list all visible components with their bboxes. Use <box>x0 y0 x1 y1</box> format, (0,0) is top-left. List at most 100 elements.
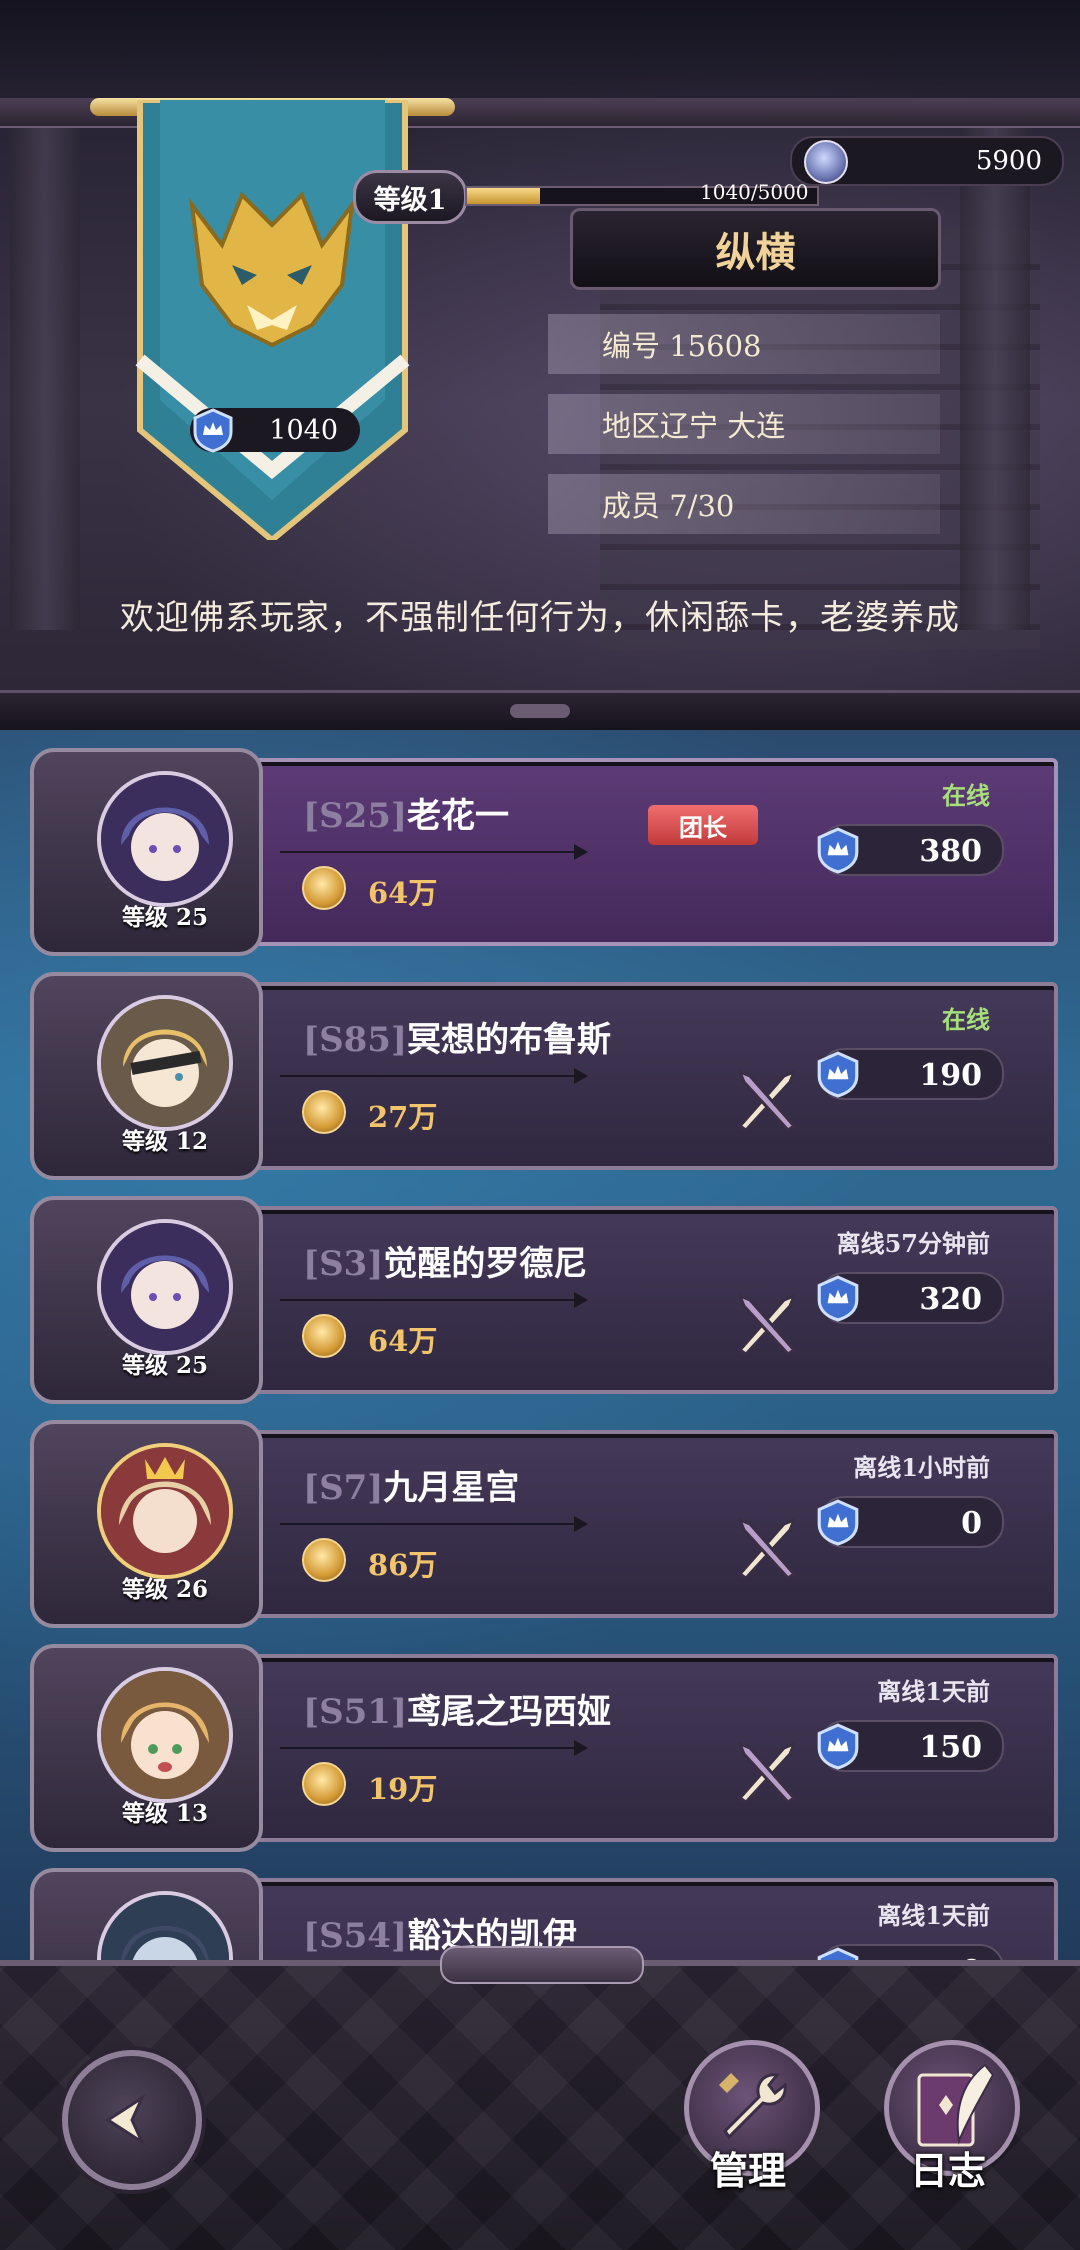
member-contribution-value: 0 <box>961 1506 982 1541</box>
member-name: [S85]冥想的布鲁斯 <box>303 1012 611 1061</box>
member-power: 64万 <box>368 876 438 910</box>
crossed-swords-icon[interactable] <box>730 1510 804 1584</box>
power-medal-icon <box>302 1762 346 1806</box>
guild-currency-value: 5900 <box>975 146 1042 176</box>
member-level: 等级 12 <box>121 1128 208 1155</box>
guild-header: 1040 等级1 1040/5000 5900 纵横 编号 15608 地区辽宁… <box>0 0 1080 730</box>
guild-emblem-score: 1040 <box>190 408 360 453</box>
member-power: 19万 <box>368 1772 438 1806</box>
member-contribution-value: 190 <box>919 1058 982 1093</box>
member-status: 离线1天前 <box>877 1677 990 1706</box>
member-name-text: 觉醒的罗德尼 <box>383 1244 588 1284</box>
member-contribution: 190 <box>817 1048 1004 1100</box>
member-level: 等级 26 <box>121 1576 208 1603</box>
member-contribution: 0 <box>817 1944 1004 1960</box>
header-ornament <box>510 704 570 718</box>
member-contribution: 0 <box>817 1496 1004 1548</box>
member-status: 离线1小时前 <box>853 1453 990 1482</box>
back-button[interactable] <box>62 2050 202 2190</box>
member-server: [S3] <box>303 1244 384 1284</box>
member-name-text: 老花一 <box>407 796 510 836</box>
member-card[interactable]: 等级 13 [S51]鸢尾之玛西娅 19万 离线1天前 150 <box>30 1644 1058 1852</box>
member-card[interactable]: 等级 12 [S85]冥想的布鲁斯 27万 在线 190 <box>30 972 1058 1180</box>
leader-badge: 团长 <box>648 805 758 845</box>
guild-xp-text: 1040/5000 <box>700 180 809 204</box>
member-status: 离线57分钟前 <box>836 1229 990 1258</box>
manage-button-label: 管理 <box>709 2148 786 2193</box>
crown-shield-icon <box>817 827 859 874</box>
member-card[interactable]: 等级 25 [S25]老花一 64万 团长 在线 380 <box>30 748 1058 956</box>
member-status: 在线 <box>942 781 990 810</box>
power-medal-icon <box>302 1538 346 1582</box>
name-underline <box>280 1068 588 1084</box>
crossed-swords-icon[interactable] <box>730 1062 804 1136</box>
name-underline <box>280 844 588 860</box>
member-name-text: 九月星宫 <box>383 1468 520 1508</box>
crossed-swords-icon[interactable] <box>730 1286 804 1360</box>
crown-shield-icon <box>193 408 233 453</box>
avatar[interactable] <box>97 1443 233 1579</box>
crossed-swords-icon[interactable] <box>730 1734 804 1808</box>
crown-shield-icon <box>817 1499 859 1546</box>
member-server: [S85] <box>303 1020 408 1060</box>
member-contribution: 320 <box>817 1272 1004 1324</box>
member-level: 等级 25 <box>121 904 208 931</box>
guild-level: 等级1 <box>353 170 467 224</box>
guild-region: 地区辽宁 大连 <box>548 394 940 454</box>
guild-motto: 欢迎佛系玩家，不强制任何行为，休闲舔卡，老婆养成 <box>120 598 960 638</box>
name-underline <box>280 1740 588 1756</box>
crown-shield-icon <box>817 1947 859 1960</box>
crown-shield-icon <box>817 1275 859 1322</box>
power-medal-icon <box>302 1314 346 1358</box>
back-arrow-icon <box>105 2093 146 2147</box>
member-status: 离线1天前 <box>877 1901 990 1930</box>
name-underline <box>280 1516 588 1532</box>
crystal-coin-icon <box>804 140 848 184</box>
guild-id: 编号 15608 <box>548 314 940 374</box>
member-contribution: 150 <box>817 1720 1004 1772</box>
member-power: 64万 <box>368 1324 438 1358</box>
member-level: 等级 25 <box>121 1352 208 1379</box>
member-server: [S7] <box>303 1468 384 1508</box>
log-button-label: 日志 <box>909 2148 986 2193</box>
avatar[interactable] <box>97 771 233 907</box>
member-name: [S25]老花一 <box>303 788 509 837</box>
member-name: [S7]九月星宫 <box>303 1460 519 1509</box>
avatar[interactable] <box>97 995 233 1131</box>
member-contribution-value: 380 <box>919 834 982 869</box>
background-pillar <box>10 110 80 630</box>
member-contribution-value: 150 <box>919 1730 982 1765</box>
member-server: [S54] <box>303 1916 408 1956</box>
guild-xp-fill <box>467 188 540 204</box>
member-power: 86万 <box>368 1548 438 1582</box>
guild-currency: 5900 <box>790 136 1064 186</box>
member-card[interactable]: 等级 26 [S7]九月星宫 86万 离线1小时前 0 <box>30 1420 1058 1628</box>
member-name-text: 冥想的布鲁斯 <box>407 1020 612 1060</box>
avatar[interactable] <box>97 1667 233 1803</box>
member-server: [S25] <box>303 796 408 836</box>
member-card[interactable]: 等级 25 [S3]觉醒的罗德尼 64万 离线57分钟前 320 <box>30 1196 1058 1404</box>
member-name-text: 鸢尾之玛西娅 <box>407 1692 612 1732</box>
background-pillar <box>960 110 1030 630</box>
name-underline <box>280 1292 588 1308</box>
log-button[interactable]: 日志 <box>878 2040 1020 2193</box>
member-contribution-value: 320 <box>919 1282 982 1317</box>
power-medal-icon <box>302 1090 346 1134</box>
member-list[interactable]: 等级 25 [S25]老花一 64万 团长 在线 380 等级 12 [S85]… <box>0 730 1080 1960</box>
guild-name: 纵横 <box>570 208 941 290</box>
power-medal-icon <box>302 866 346 910</box>
bottom-bar-ornament <box>440 1946 644 1984</box>
guild-emblem-value: 1040 <box>269 415 338 446</box>
member-status: 在线 <box>942 1005 990 1034</box>
member-server: [S51] <box>303 1692 408 1732</box>
member-name: [S3]觉醒的罗德尼 <box>303 1236 587 1285</box>
crown-shield-icon <box>817 1723 859 1770</box>
manage-button[interactable]: 管理 <box>678 2040 820 2193</box>
guild-banner[interactable] <box>130 100 415 540</box>
avatar[interactable] <box>97 1219 233 1355</box>
crown-shield-icon <box>817 1051 859 1098</box>
member-power: 27万 <box>368 1100 438 1134</box>
member-name: [S51]鸢尾之玛西娅 <box>303 1684 611 1733</box>
guild-member-count: 成员 7/30 <box>548 474 940 534</box>
member-level: 等级 13 <box>121 1800 208 1827</box>
